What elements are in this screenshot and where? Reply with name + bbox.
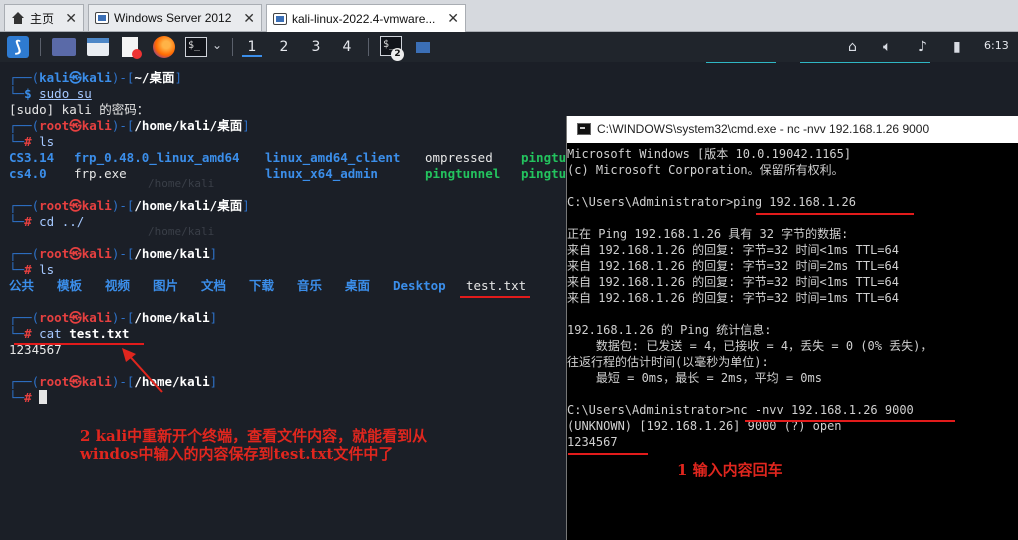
console-line: C:\Users\Administrator>nc -nvv 192.168.1… xyxy=(567,403,914,417)
annotation-underline xyxy=(756,213,914,215)
prompt-line: ┌──(root㉿kali)-[/home/kali/桌面] xyxy=(9,198,250,213)
prompt-line: ┌──(root㉿kali)-[/home/kali] xyxy=(9,310,218,325)
vm-icon xyxy=(273,12,287,25)
dir-entry: 视频 xyxy=(105,278,131,293)
dir-entry: 音乐 xyxy=(297,278,323,293)
console-line: 来自 192.168.1.26 的回复: 字节=32 时间=2ms TTL=64 xyxy=(567,259,899,273)
console-line: 1234567 xyxy=(567,435,618,449)
chevron-down-icon[interactable]: ⌄ xyxy=(212,38,222,52)
panel-separator xyxy=(232,38,233,56)
terminal-icon[interactable]: $_ xyxy=(185,37,207,57)
annotation-arrow xyxy=(122,348,163,393)
dir-entry: 文档 xyxy=(201,278,227,293)
volume-icon[interactable]: 🔈︎ xyxy=(883,39,891,55)
console-line: 数据包: 已发送 = 4，已接收 = 4，丢失 = 0 (0% 丢失)， xyxy=(567,339,933,353)
close-icon[interactable]: ✕ xyxy=(243,10,255,27)
ls-entry: pingtu xyxy=(521,150,567,165)
prompt-line: ┌──(root㉿kali)-[/home/kali/桌面] xyxy=(9,118,250,133)
annotation-text: 1 输入内容回车 xyxy=(677,461,783,479)
network-icon[interactable]: ⌂ xyxy=(848,39,857,55)
panel-separator xyxy=(368,38,369,56)
notification-bell-icon[interactable]: ♪ xyxy=(918,39,927,55)
console-line: 192.168.1.26 的 Ping 统计信息: xyxy=(567,323,772,337)
ls-entry: cs4.0 xyxy=(9,166,47,181)
vm-icon xyxy=(95,12,109,24)
command-line: └─$ sudo su xyxy=(9,86,92,101)
tab-label: 主页 xyxy=(30,11,55,26)
ls-entry: CS3.14 xyxy=(9,150,55,165)
kali-top-panel: ⟆ $_ ⌄ 1 2 3 4 $_ 2 ⌂ 🔈︎ ♪ ▮ 6:13 xyxy=(0,32,1018,62)
ls-entry: linux_amd64_client xyxy=(265,150,401,165)
ghost-text: /home/kali xyxy=(148,177,215,190)
text-cursor xyxy=(39,390,48,404)
console-line: 来自 192.168.1.26 的回复: 字节=32 时间<1ms TTL=64 xyxy=(567,243,899,257)
show-desktop-icon[interactable] xyxy=(52,38,76,56)
taskbar-window-icon[interactable] xyxy=(416,42,430,53)
console-line: 最短 = 0ms，最长 = 2ms，平均 = 0ms xyxy=(567,371,822,385)
console-line: C:\Users\Administrator>ping 192.168.1.26 xyxy=(567,195,856,209)
workspace-2[interactable]: 2 xyxy=(274,37,294,57)
cmd-console[interactable]: Microsoft Windows [版本 10.0.19042.1165] (… xyxy=(567,143,1018,540)
console-line: 来自 192.168.1.26 的回复: 字节=32 时间=1ms TTL=64 xyxy=(567,291,899,305)
kali-terminal[interactable]: ┌──(kali㉿kali)-[~/桌面] └─$ sudo su [sudo]… xyxy=(0,62,566,540)
prompt-line: ┌──(kali㉿kali)-[~/桌面] xyxy=(9,70,182,85)
command-line: └─# ls xyxy=(9,134,55,149)
panel-underline xyxy=(800,62,930,63)
workspace-1[interactable]: 1 xyxy=(242,37,262,57)
dir-entry: Desktop xyxy=(393,278,446,293)
clock: 6:13 xyxy=(984,39,1009,52)
vmware-tab-strip: 主页 ✕ Windows Server 2012 ✕ kali-linux-20… xyxy=(0,0,1018,32)
dir-entry: 下载 xyxy=(249,278,275,293)
firefox-icon[interactable] xyxy=(153,36,175,58)
panel-underline xyxy=(706,62,776,63)
close-icon[interactable]: ✕ xyxy=(65,10,77,27)
console-line: Microsoft Windows [版本 10.0.19042.1165] xyxy=(567,147,852,161)
close-icon[interactable]: ✕ xyxy=(447,10,459,27)
command-line: └─# cd ../ xyxy=(9,214,85,229)
dir-entry: 公共 xyxy=(9,278,35,293)
command-line: └─# xyxy=(9,390,48,406)
dir-entry: 图片 xyxy=(153,278,179,293)
output-line: [sudo] kali 的密码： xyxy=(9,102,150,117)
cmd-title-text: C:\WINDOWS\system32\cmd.exe - nc -nvv 19… xyxy=(597,122,930,136)
annotation-underline xyxy=(460,296,530,298)
window-count-badge: 2 xyxy=(391,48,404,61)
tab-label: kali-linux-2022.4-vmware... xyxy=(292,11,436,26)
annotation-underline xyxy=(568,453,648,455)
console-line: 正在 Ping 192.168.1.26 具有 32 字节的数据: xyxy=(567,227,849,241)
console-line: 来自 192.168.1.26 的回复: 字节=32 时间<1ms TTL=64 xyxy=(567,275,899,289)
cmd-title-bar[interactable]: C:\WINDOWS\system32\cmd.exe - nc -nvv 19… xyxy=(567,116,1018,143)
ls-entry: ompressed xyxy=(425,150,493,165)
text-editor-icon[interactable] xyxy=(122,37,142,59)
console-line: (c) Microsoft Corporation。保留所有权利。 xyxy=(567,163,844,177)
cmd-window[interactable]: C:\WINDOWS\system32\cmd.exe - nc -nvv 19… xyxy=(566,116,1018,540)
annotation-underline xyxy=(745,420,955,422)
ls-entry: frp_0.48.0_linux_amd64 xyxy=(74,150,240,165)
file-entry: test.txt xyxy=(466,278,527,293)
panel-separator xyxy=(40,38,41,56)
dir-entry: 模板 xyxy=(57,278,83,293)
ls-entry: linux_x64_admin xyxy=(265,166,378,181)
tab-windows-server[interactable]: Windows Server 2012 ✕ xyxy=(88,4,262,31)
ls-entry: pingtunnel xyxy=(425,166,501,181)
workspace-3[interactable]: 3 xyxy=(306,37,326,57)
ls-entry: frp.exe xyxy=(74,166,127,181)
home-icon xyxy=(11,12,25,24)
dir-entry: 桌面 xyxy=(345,278,371,293)
annotation-text: windos中输入的内容保存到test.txt文件中了 xyxy=(80,445,394,463)
tab-home[interactable]: 主页 ✕ xyxy=(4,4,84,31)
tab-kali-linux[interactable]: kali-linux-2022.4-vmware... ✕ xyxy=(266,4,466,32)
cmd-icon xyxy=(577,123,591,135)
kali-menu-icon[interactable]: ⟆ xyxy=(7,36,29,58)
command-line: └─# ls xyxy=(9,262,55,277)
console-line: 往返行程的估计时间(以毫秒为单位): xyxy=(567,355,769,369)
file-manager-icon[interactable] xyxy=(87,38,109,56)
annotation-text: 2 kali中重新开个终端，查看文件内容，就能看到从 xyxy=(80,427,428,445)
prompt-line: ┌──(root㉿kali)-[/home/kali] xyxy=(9,246,218,261)
tab-label: Windows Server 2012 xyxy=(114,11,232,25)
battery-icon[interactable]: ▮ xyxy=(953,39,961,55)
ghost-text: /home/kali xyxy=(148,225,215,238)
ls-entry: pingtu xyxy=(521,166,567,181)
workspace-4[interactable]: 4 xyxy=(337,37,357,57)
